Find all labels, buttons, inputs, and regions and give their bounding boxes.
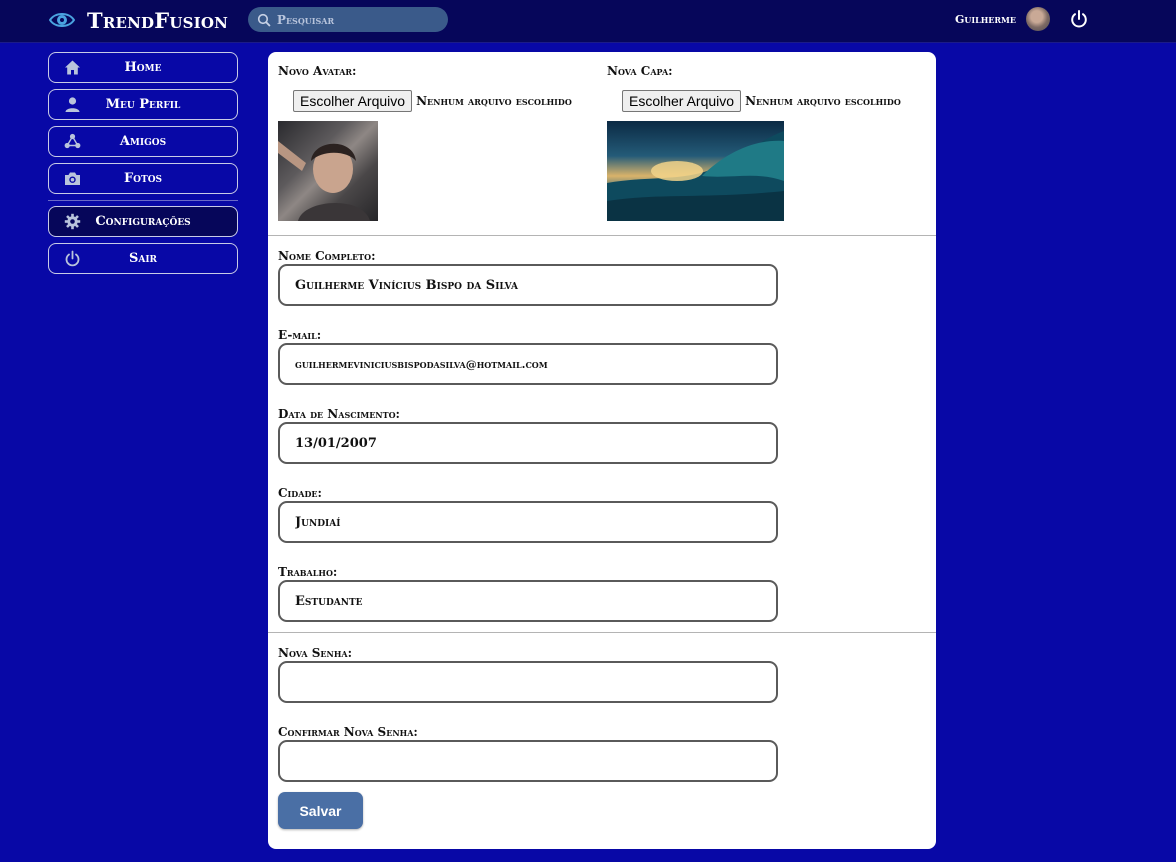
sidebar-item-home[interactable]: Home xyxy=(48,52,238,83)
new-password-field[interactable] xyxy=(278,661,778,703)
password-section-divider xyxy=(268,632,936,633)
cover-file-input[interactable]: Escolher Arquivo Nenhum arquivo escolhid… xyxy=(622,90,901,112)
sidebar-item-label: Fotos xyxy=(123,171,163,186)
avatar-preview-image xyxy=(278,121,378,221)
home-icon xyxy=(65,60,80,75)
full-name-label: Nome Completo: xyxy=(278,249,376,263)
sidebar-item-label: Home xyxy=(124,60,162,75)
user-icon xyxy=(65,97,80,112)
avatar[interactable] xyxy=(1026,7,1050,31)
avatar-file-status: Nenhum arquivo escolhido xyxy=(416,94,572,108)
sidebar-divider xyxy=(48,200,238,201)
avatar-file-input[interactable]: Escolher Arquivo Nenhum arquivo escolhid… xyxy=(293,90,572,112)
city-field[interactable] xyxy=(278,501,778,543)
confirm-password-label: Confirmar Nova Senha: xyxy=(278,725,418,739)
top-bar: TrendFusion Guilherme xyxy=(0,0,1176,43)
city-label: Cidade: xyxy=(278,486,322,500)
save-button[interactable]: Salvar xyxy=(278,792,363,829)
cover-preview-art xyxy=(607,131,784,221)
gear-icon xyxy=(64,213,81,230)
section-divider xyxy=(268,235,936,236)
friends-icon xyxy=(64,133,81,149)
power-icon xyxy=(65,250,80,267)
cover-preview-image xyxy=(607,121,784,221)
sidebar-item-label: Configurações xyxy=(95,214,191,229)
work-field[interactable] xyxy=(278,580,778,622)
settings-panel: Novo Avatar: Escolher Arquivo Nenhum arq… xyxy=(268,52,936,849)
sidebar-item-fotos[interactable]: Fotos xyxy=(48,163,238,194)
avatar-preview-art xyxy=(278,141,370,221)
birth-date-field[interactable] xyxy=(278,422,778,464)
cover-upload-label: Nova Capa: xyxy=(607,64,673,78)
email-field[interactable] xyxy=(278,343,778,385)
work-label: Trabalho: xyxy=(278,565,338,579)
sidebar-item-sair[interactable]: Sair xyxy=(48,243,238,274)
sidebar-item-meu-perfil[interactable]: Meu Perfil xyxy=(48,89,238,120)
power-icon[interactable] xyxy=(1069,9,1089,29)
eye-logo-icon xyxy=(49,13,75,27)
camera-icon xyxy=(65,172,80,185)
user-name[interactable]: Guilherme xyxy=(955,13,1016,26)
search-icon xyxy=(257,13,271,27)
sidebar-item-label: Amigos xyxy=(119,134,167,149)
sidebar-item-configuracoes[interactable]: Configurações xyxy=(48,206,238,237)
new-password-label: Nova Senha: xyxy=(278,646,353,660)
search-box[interactable] xyxy=(248,7,448,32)
sidebar-item-label: Sair xyxy=(128,251,158,266)
app-title: TrendFusion xyxy=(87,7,229,33)
sidebar: Home Meu Perfil Amigos Fotos Configuraçõ… xyxy=(48,52,238,280)
confirm-password-field[interactable] xyxy=(278,740,778,782)
cover-choose-file-button[interactable]: Escolher Arquivo xyxy=(622,90,742,112)
avatar-choose-file-button[interactable]: Escolher Arquivo xyxy=(293,90,413,112)
sidebar-item-label: Meu Perfil xyxy=(105,97,181,112)
full-name-field[interactable] xyxy=(278,264,778,306)
cover-file-status: Nenhum arquivo escolhido xyxy=(745,94,901,108)
birth-date-label: Data de Nascimento: xyxy=(278,407,400,421)
avatar-upload-label: Novo Avatar: xyxy=(278,64,357,78)
sidebar-item-amigos[interactable]: Amigos xyxy=(48,126,238,157)
email-label: E-mail: xyxy=(278,328,322,342)
search-input[interactable] xyxy=(274,8,448,31)
logo[interactable]: TrendFusion xyxy=(49,7,228,33)
